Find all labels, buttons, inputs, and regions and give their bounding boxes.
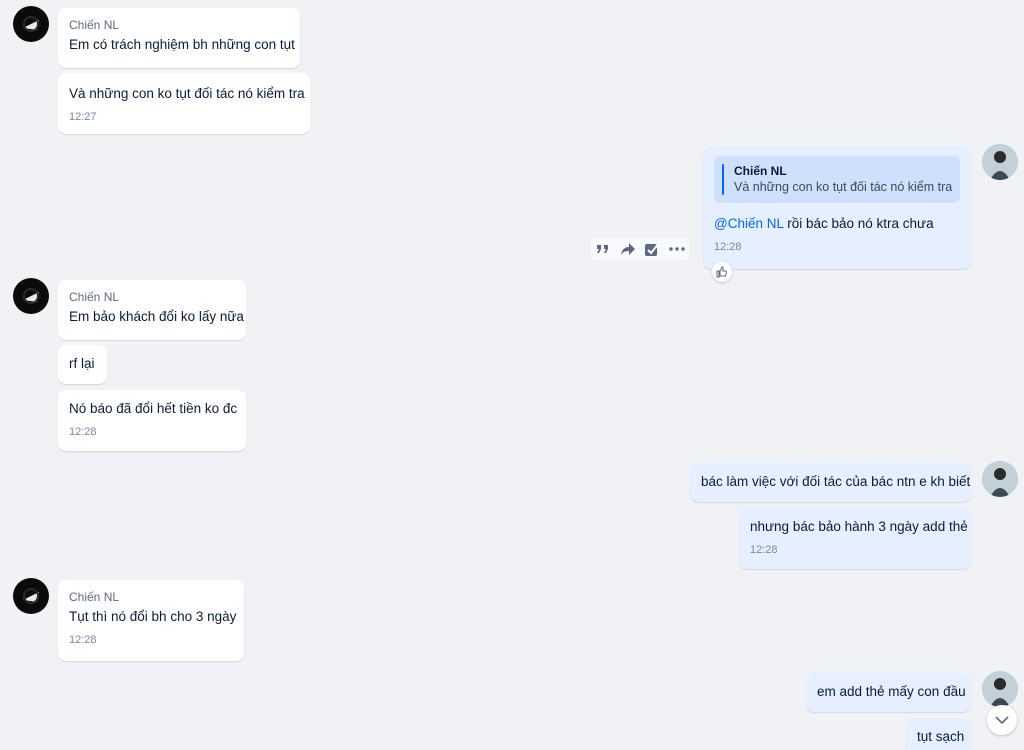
message-text: em add thẻ mấy con đầu — [817, 684, 966, 699]
my-avatar[interactable] — [982, 144, 1018, 180]
scroll-to-bottom-button[interactable] — [987, 705, 1017, 735]
contact-avatar[interactable] — [13, 578, 49, 614]
chevron-down-icon — [995, 711, 1009, 729]
more-icon[interactable] — [668, 240, 686, 258]
quote-icon[interactable] — [594, 240, 612, 258]
message-bubble[interactable]: Và những con ko tụt đối tác nó kiểm tra … — [58, 73, 310, 134]
message-text: Em có trách nghiệm bh những con tụt — [69, 37, 295, 52]
message-text: bác làm việc với đối tác của bác ntn e k… — [701, 474, 971, 489]
message-text: Nó báo đã đổi hết tiền ko đc — [69, 401, 238, 416]
message-bubble[interactable]: Chiến NL Em có trách nghiệm bh những con… — [58, 8, 300, 68]
message-bubble[interactable]: bác làm việc với đối tác của bác ntn e k… — [690, 463, 971, 502]
quote-text: Và những con ko tụt đối tác nó kiểm tra — [734, 180, 953, 194]
message-text: Tụt thì nó đổi bh cho 3 ngày — [69, 609, 237, 624]
message-bubble[interactable]: em add thẻ mấy con đầu — [806, 673, 971, 712]
message-time: 12:28 — [750, 544, 778, 556]
forward-icon[interactable] — [619, 240, 637, 258]
sender-name: Chiến NL — [69, 18, 120, 32]
message-text: tụt sạch — [917, 729, 965, 744]
quote-author: Chiến NL — [734, 164, 787, 178]
message-text: Em bảo khách đổi ko lấy nữa — [69, 309, 244, 324]
reply-quote[interactable]: Chiến NL Và những con ko tụt đối tác nó … — [714, 156, 960, 203]
message-text: @Chiến NL rồi bác bảo nó ktra chưa — [714, 216, 934, 231]
message-time: 12:28 — [714, 241, 742, 253]
message-time: 12:27 — [69, 111, 97, 123]
message-time: 12:28 — [69, 634, 97, 646]
message-bubble[interactable]: rf lại — [58, 345, 107, 384]
message-bubble[interactable]: tụt sạch — [906, 718, 971, 750]
contact-avatar[interactable] — [13, 6, 49, 42]
message-bubble[interactable]: Chiến NL Em bảo khách đổi ko lấy nữa — [58, 280, 246, 340]
message-actions-bar — [591, 238, 689, 260]
sender-name: Chiến NL — [69, 590, 120, 604]
sender-name: Chiến NL — [69, 290, 120, 304]
message-bubble[interactable]: Nó báo đã đổi hết tiền ko đc 12:28 — [58, 390, 246, 451]
contact-avatar[interactable] — [13, 278, 49, 314]
message-bubble[interactable]: Chiến NL Tụt thì nó đổi bh cho 3 ngày 12… — [58, 580, 244, 661]
thumbs-up-icon[interactable] — [712, 262, 732, 282]
message-text: Và những con ko tụt đối tác nó kiểm tra — [69, 86, 305, 101]
message-text: nhưng bác bảo hành 3 ngày add thẻ — [750, 519, 968, 534]
task-icon[interactable] — [643, 240, 661, 258]
my-avatar[interactable] — [982, 671, 1018, 707]
message-text: rf lại — [69, 356, 95, 371]
mention-link[interactable]: @Chiến NL — [714, 216, 783, 231]
message-bubble[interactable]: Chiến NL Và những con ko tụt đối tác nó … — [703, 146, 971, 269]
message-bubble[interactable]: nhưng bác bảo hành 3 ngày add thẻ 12:28 — [739, 508, 971, 569]
message-time: 12:28 — [69, 426, 97, 438]
my-avatar[interactable] — [982, 461, 1018, 497]
